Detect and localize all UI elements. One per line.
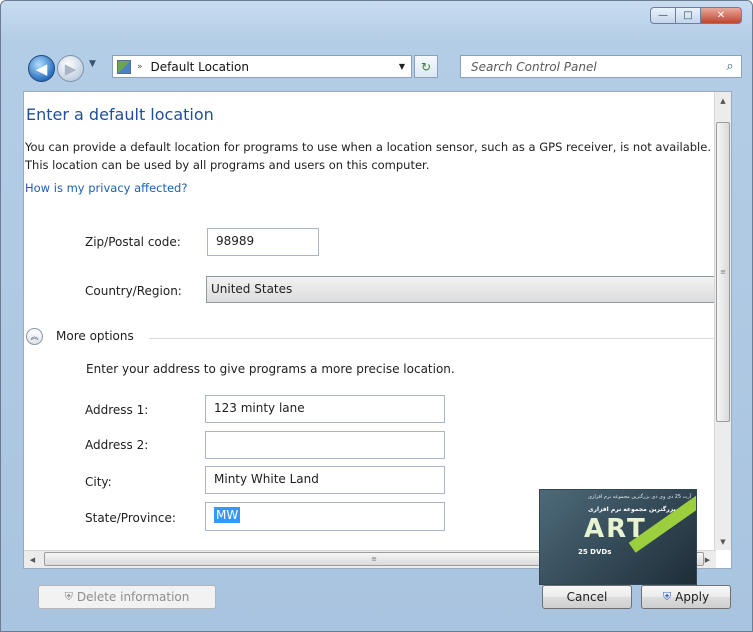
maximize-icon: □ — [683, 10, 693, 21]
more-options-label[interactable]: More options — [56, 329, 134, 343]
chevron-up-icon: ︽ — [30, 332, 39, 341]
address1-field[interactable]: 123 minty lane — [205, 395, 445, 423]
watermark-ad: آرت 25 دی وی دی بزرگترین مجموعه نرم افزا… — [539, 489, 697, 585]
state-label: State/Province: — [85, 511, 176, 525]
more-options-header: ︽ More options — [26, 328, 726, 348]
vertical-scroll-thumb[interactable]: ≡ — [716, 122, 730, 422]
recent-pages-dropdown[interactable]: ▼ — [89, 59, 96, 69]
address1-label: Address 1: — [85, 403, 149, 417]
ad-tagline: آرت 25 دی وی دی بزرگترین مجموعه نرم افزا… — [588, 494, 692, 500]
address2-label: Address 2: — [85, 438, 149, 452]
ad-dvd-count: 25 DVDs — [578, 548, 612, 556]
back-arrow-icon: ◀ — [35, 59, 48, 78]
arrow-right-icon: ▶ — [704, 555, 711, 564]
refresh-button[interactable]: ↻ — [414, 55, 438, 78]
arrow-up-icon: ▲ — [720, 96, 726, 105]
country-label: Country/Region: — [85, 284, 182, 298]
breadcrumb-overflow-icon[interactable]: » — [137, 62, 143, 72]
maximize-button[interactable]: □ — [675, 7, 701, 24]
scroll-left-button[interactable]: ◀ — [24, 551, 41, 568]
collapse-more-options-button[interactable]: ︽ — [26, 328, 43, 345]
city-label: City: — [85, 475, 112, 489]
privacy-link[interactable]: How is my privacy affected? — [25, 181, 187, 195]
grip-icon: ≡ — [720, 268, 726, 276]
arrow-down-icon: ▼ — [720, 537, 726, 546]
ad-subtitle: بزرگترین مجموعه نرم افزاری — [588, 506, 676, 513]
apply-label: Apply — [675, 590, 710, 604]
scroll-down-button[interactable]: ▼ — [715, 533, 731, 550]
ad-logo: ART — [584, 514, 647, 544]
chevron-down-icon: ▼ — [89, 59, 96, 69]
close-button[interactable]: ✕ — [700, 7, 742, 24]
divider — [149, 338, 726, 339]
grip-icon: ≡ — [371, 555, 377, 563]
country-select[interactable]: United States — [206, 276, 731, 303]
scroll-up-button[interactable]: ▲ — [715, 92, 731, 109]
shield-icon: ⛨ — [662, 590, 672, 603]
cancel-label: Cancel — [566, 590, 608, 604]
scroll-right-button[interactable]: ▶ — [699, 551, 716, 568]
breadcrumb-default-location[interactable]: Default Location — [151, 60, 393, 74]
city-field[interactable]: Minty White Land — [205, 466, 445, 494]
caption-buttons: — □ ✕ — [650, 7, 742, 24]
forward-arrow-icon: ▶ — [64, 59, 77, 78]
zip-label: Zip/Postal code: — [85, 235, 181, 249]
cancel-button[interactable]: Cancel — [542, 585, 632, 609]
search-icon[interactable]: ⌕ — [719, 59, 741, 74]
back-button[interactable]: ◀ — [28, 55, 55, 82]
shield-icon: ⛨ — [64, 590, 73, 603]
delete-information-label: Delete information — [76, 590, 190, 604]
search-box[interactable]: Search Control Panel ⌕ — [460, 55, 742, 78]
forward-button[interactable]: ▶ — [57, 55, 84, 82]
delete-information-button[interactable]: ⛨ Delete information — [38, 585, 216, 609]
vertical-scrollbar[interactable]: ▲ ≡ ▼ — [714, 92, 731, 550]
address2-field[interactable] — [205, 431, 445, 459]
search-input[interactable]: Search Control Panel — [471, 60, 719, 74]
minimize-button[interactable]: — — [650, 7, 676, 24]
zip-field[interactable]: 98989 — [207, 228, 319, 256]
minimize-icon: — — [658, 10, 668, 21]
refresh-icon: ↻ — [420, 59, 432, 74]
apply-button[interactable]: ⛨ Apply — [641, 585, 731, 609]
page-title: Enter a default location — [26, 105, 214, 124]
page-description: You can provide a default location for p… — [25, 140, 711, 172]
address-dropdown-button[interactable]: ▼ — [393, 62, 411, 71]
control-panel-icon — [117, 59, 131, 74]
more-options-description: Enter your address to give programs a mo… — [86, 362, 455, 376]
chevron-down-icon: ▼ — [398, 62, 406, 71]
state-value-selected: MW — [214, 507, 241, 523]
arrow-left-icon: ◀ — [29, 555, 36, 564]
state-field[interactable]: MW — [205, 502, 445, 531]
close-icon: ✕ — [716, 10, 726, 21]
window-frame: — □ ✕ ◀ ▶ ▼ » Default Location ▼ ↻ Searc… — [0, 0, 753, 632]
address-bar[interactable]: » Default Location ▼ — [112, 55, 412, 78]
